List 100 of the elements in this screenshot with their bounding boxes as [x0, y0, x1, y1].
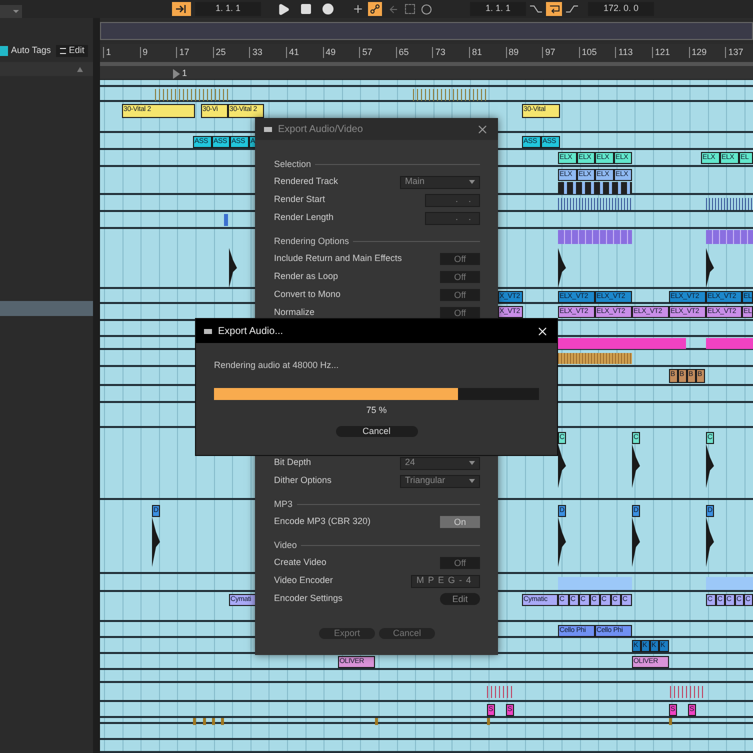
- stop-icon[interactable]: [300, 3, 312, 15]
- triangle-icon: [77, 66, 83, 72]
- clip: [706, 338, 753, 349]
- setting-label: Encode MP3 (CBR 320): [274, 515, 371, 528]
- setting-label: Dither Options: [274, 474, 332, 488]
- link-button[interactable]: [368, 2, 382, 16]
- dropdown[interactable]: Main: [400, 176, 480, 188]
- caret-icon: [13, 10, 19, 13]
- setting-label: Render as Loop: [274, 270, 338, 284]
- input-field[interactable]: . .: [425, 194, 480, 206]
- caret-icon: [469, 479, 475, 483]
- loop-icon: [548, 4, 560, 14]
- clip: [706, 198, 753, 210]
- setting-label: Create Video: [274, 556, 326, 570]
- waveform-drawing: [229, 248, 237, 288]
- clip-mark: [375, 718, 378, 725]
- setting-label: Video Encoder: [274, 574, 333, 588]
- clip-mark: [669, 718, 672, 725]
- close-icon[interactable]: [536, 324, 549, 338]
- waveform-drawing: [706, 248, 714, 288]
- dropdown[interactable]: 24: [400, 456, 480, 470]
- dotted-square-icon[interactable]: [405, 4, 415, 14]
- bar-number: 41: [286, 47, 300, 58]
- link-icon: [370, 4, 380, 14]
- arrow-left-icon[interactable]: [388, 4, 399, 14]
- section-heading: Video: [274, 538, 297, 552]
- toggle-button[interactable]: Off: [440, 271, 480, 283]
- curve-icon[interactable]: [530, 4, 542, 14]
- bar-number: 121: [652, 47, 670, 58]
- record-icon[interactable]: [322, 3, 334, 15]
- input-field[interactable]: MPEG-4: [411, 574, 480, 588]
- edit-button[interactable]: Edit: [56, 45, 88, 57]
- loop-button[interactable]: [546, 2, 562, 16]
- toggle-button[interactable]: Off: [440, 253, 480, 265]
- bar-number: 33: [249, 47, 262, 58]
- position-field[interactable]: 1. 1. 1: [195, 2, 261, 16]
- loop-start-field[interactable]: 1. 1. 1: [470, 2, 526, 16]
- section-heading: Selection: [274, 158, 312, 171]
- setting-label: Rendered Track: [274, 175, 338, 188]
- toggle-button[interactable]: Off: [440, 557, 480, 569]
- input-field[interactable]: . .: [425, 212, 480, 224]
- bar-number: 17: [176, 47, 190, 58]
- setting-label: Render Length: [274, 211, 334, 224]
- dialog-title: Export Audio...: [218, 324, 284, 338]
- clip: [487, 686, 515, 698]
- clip-mark: [487, 718, 490, 725]
- caret-icon: [469, 180, 475, 184]
- cancel-button[interactable]: Cancel: [336, 426, 418, 437]
- waveform-drawing: [632, 444, 640, 488]
- setting-label: Render Start: [274, 193, 326, 206]
- progress-percent: 75 %: [366, 404, 387, 416]
- circle-icon[interactable]: [421, 4, 432, 14]
- dropdown[interactable]: Triangular: [400, 474, 480, 488]
- play-icon[interactable]: [277, 2, 290, 16]
- waveform-drawing: [558, 517, 566, 567]
- setting-label: Bit Depth: [274, 456, 312, 470]
- caret-icon: [469, 461, 475, 465]
- curve-icon[interactable]: [566, 4, 578, 14]
- section-heading: MP3: [274, 498, 293, 511]
- plus-icon[interactable]: [352, 3, 364, 15]
- toggle-button[interactable]: Off: [440, 307, 480, 319]
- bar-number: 105: [578, 47, 597, 58]
- clip: [224, 214, 228, 226]
- edit-button[interactable]: Edit: [440, 593, 480, 605]
- loop-length-field[interactable]: 172. 0. 0: [588, 2, 654, 16]
- setting-label: Encoder Settings: [274, 592, 343, 606]
- bar-number: 97: [542, 47, 556, 58]
- waveform-drawing: [152, 517, 160, 567]
- bar-number: 9: [140, 47, 148, 58]
- bar-number: 89: [506, 47, 519, 58]
- waveform-drawing: [558, 248, 566, 288]
- marker-label: 1: [182, 67, 188, 80]
- bar-number: 73: [432, 47, 446, 58]
- app-icon: [204, 328, 212, 334]
- app-icon: [264, 126, 272, 132]
- waveform-drawing: [632, 517, 640, 567]
- bar-number: 57: [359, 47, 372, 58]
- waveform-drawing: [706, 517, 714, 567]
- bar-number: 25: [212, 47, 226, 58]
- dropdown[interactable]: [0, 5, 22, 18]
- bar-number: 49: [322, 47, 336, 58]
- toggle-button[interactable]: Off: [440, 289, 480, 301]
- arrow-bar-icon: [176, 5, 188, 13]
- bar-number: 129: [688, 47, 707, 58]
- bar-number: 81: [469, 47, 482, 58]
- setting-label: Convert to Mono: [274, 288, 341, 302]
- auto-tags-button[interactable]: Auto Tags: [0, 44, 51, 58]
- waveform-drawing: [706, 444, 714, 488]
- clip: [706, 577, 753, 590]
- clip: [706, 230, 753, 244]
- status-message: Rendering audio at 48000 Hz...: [214, 359, 340, 372]
- setting-label: Normalize: [274, 306, 315, 320]
- tag-icon: [0, 46, 8, 56]
- bar-number: 1: [103, 47, 112, 58]
- section-heading: Rendering Options: [274, 234, 350, 248]
- bar-number: 65: [396, 47, 409, 58]
- bar-number: 113: [615, 47, 633, 58]
- setting-label: Include Return and Main Effects: [274, 252, 402, 266]
- dialog-title: Export Audio/Video: [278, 122, 364, 136]
- clip: [670, 686, 705, 698]
